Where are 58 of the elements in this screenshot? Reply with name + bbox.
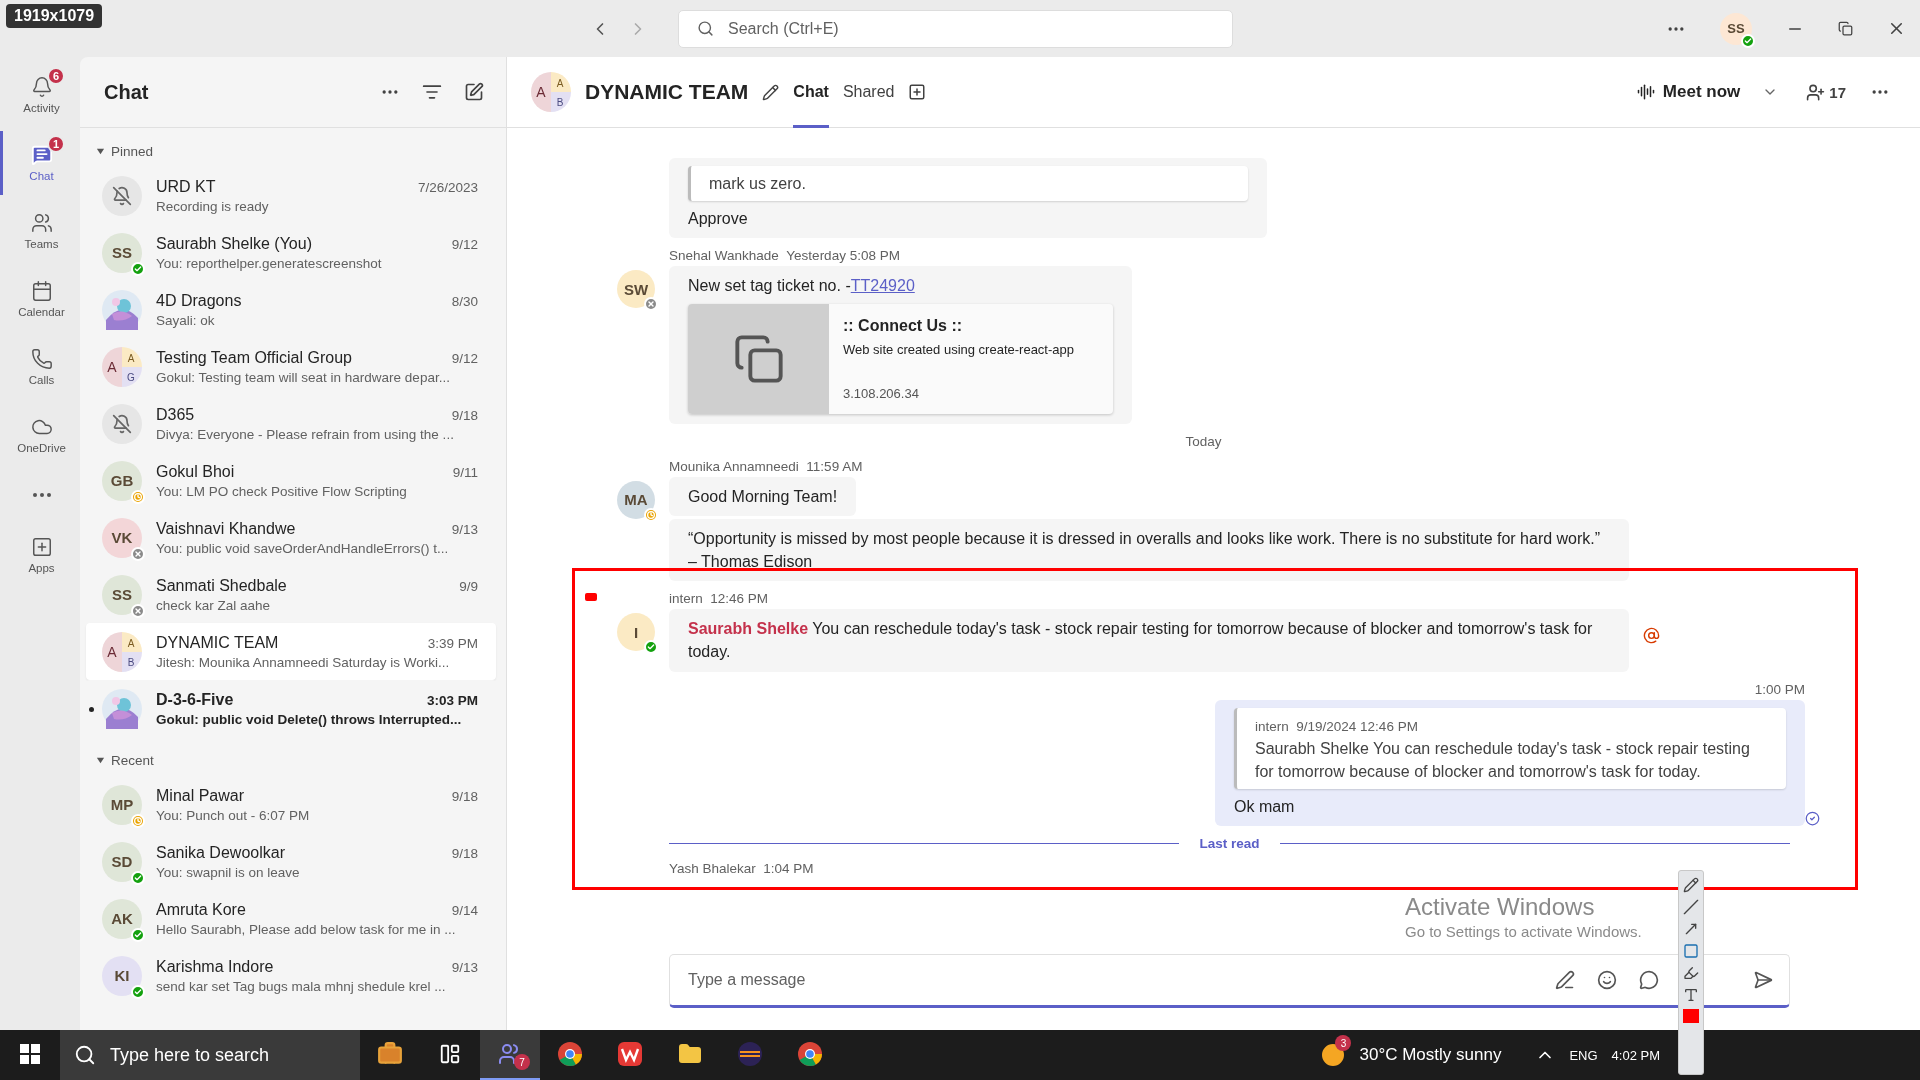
rail-item[interactable]: OneDrive — [0, 403, 80, 467]
last-read-marker: Last read — [1199, 836, 1260, 852]
avatar: SS — [102, 232, 142, 273]
chat-item[interactable]: A A B DYNAMIC TEAM 3:39 PM Jitesh: Mounika Annamneedi Saturday is Worki... — [86, 623, 496, 680]
section-header[interactable]: Recent — [80, 737, 506, 776]
date-separator: Today — [1185, 433, 1222, 449]
avatar: GB — [102, 460, 142, 501]
count-badge: 6 — [47, 67, 65, 85]
message-bubble: New set tag ticket no. -TT24920 :: Connect Us :: Web site created using create-react-app 3.108.206.34 — [669, 266, 1132, 424]
clock[interactable]: 4:02 PM — [1611, 1047, 1660, 1063]
participants-button[interactable]: 17 — [1806, 82, 1846, 102]
pane-title: Chat — [104, 80, 150, 104]
message-author: intern 12:46 PM — [669, 591, 769, 607]
avatar: I — [617, 613, 655, 652]
message-bubble: Good Morning Team! — [669, 476, 857, 516]
avatar: VK — [102, 517, 142, 558]
avatar: MA — [617, 480, 655, 519]
message-bubble: “Opportunity is missed by most people because it is dressed in overalls and looks like work. There is no substitute for hard work.” – Thomas Edison — [669, 518, 1629, 582]
section-header[interactable]: Pinned — [80, 128, 506, 167]
taskbar-search-field[interactable]: Type here to search — [60, 1030, 360, 1080]
message-bubble: intern 9/19/2024 12:46 PM Saurabh Shelke You can reschedule today's task - stock repair testing for tomorrow because of blocker and tomorrow's task for today. Ok mam — [1215, 699, 1805, 827]
message-time: 1:00 PM — [1754, 681, 1805, 697]
avatar: SW — [617, 270, 655, 309]
message-bubble: mark us zero. Approve — [669, 158, 1267, 239]
message-author: Snehal Wankhade Yesterday 5:08 PM — [669, 248, 900, 264]
ticket-link[interactable]: TT24920 — [850, 277, 915, 295]
avatar: MP — [102, 784, 142, 825]
rail-item[interactable]: Activity 6 — [0, 63, 80, 127]
profile-avatar[interactable]: SS — [1720, 12, 1752, 45]
quoted-message: mark us zero. — [688, 166, 1248, 202]
rail-item[interactable]: Teams — [0, 199, 80, 263]
taskbar-app[interactable]: 7 — [480, 1030, 540, 1080]
weather-text: 30°C Mostly sunny — [1359, 1045, 1502, 1065]
tab[interactable]: Chat — [793, 56, 829, 128]
link-preview-card[interactable]: :: Connect Us :: Web site created using create-react-app 3.108.206.34 — [688, 303, 1113, 414]
count-badge: 3 — [1335, 1035, 1352, 1051]
activation-notice-text: Go to Settings to activate Windows. — [1405, 923, 1642, 940]
avatar: SD — [102, 841, 142, 882]
rail-item[interactable]: Apps — [0, 523, 80, 587]
chat-title: DYNAMIC TEAM — [585, 80, 749, 104]
avatar: KI — [102, 955, 142, 996]
rail-item[interactable]: Calendar — [0, 267, 80, 331]
avatar: AK — [102, 898, 142, 939]
meet-now-button[interactable]: Meet now — [1636, 82, 1779, 102]
capture-size-badge: 1919x1079 — [6, 4, 103, 28]
rail-item[interactable]: Calls — [0, 335, 80, 399]
avatar: SS — [102, 574, 142, 615]
tab[interactable]: Shared — [842, 56, 895, 128]
message-author: Mounika Annamneedi 11:59 AM — [669, 458, 863, 474]
search-field[interactable]: Search (Ctrl+E) — [678, 9, 1233, 48]
count-badge: 1 — [47, 135, 65, 153]
message-field[interactable]: Type a message — [686, 970, 1533, 990]
count-badge: 7 — [514, 1054, 530, 1070]
message-bubble: Saurabh Shelke You can reschedule today's task - stock repair testing for tomorrow because of blocker and tomorrow's task for today. — [669, 609, 1629, 672]
language-indicator[interactable]: ENG — [1569, 1047, 1598, 1063]
message-author: Yash Bhalekar 1:04 PM — [669, 861, 814, 877]
quoted-message: intern 9/19/2024 12:46 PM Saurabh Shelke You can reschedule today's task - stock repair testing for tomorrow because of blocker and tomorrow's task for today. — [1234, 707, 1786, 790]
activation-notice-title: Activate Windows — [1405, 893, 1596, 921]
